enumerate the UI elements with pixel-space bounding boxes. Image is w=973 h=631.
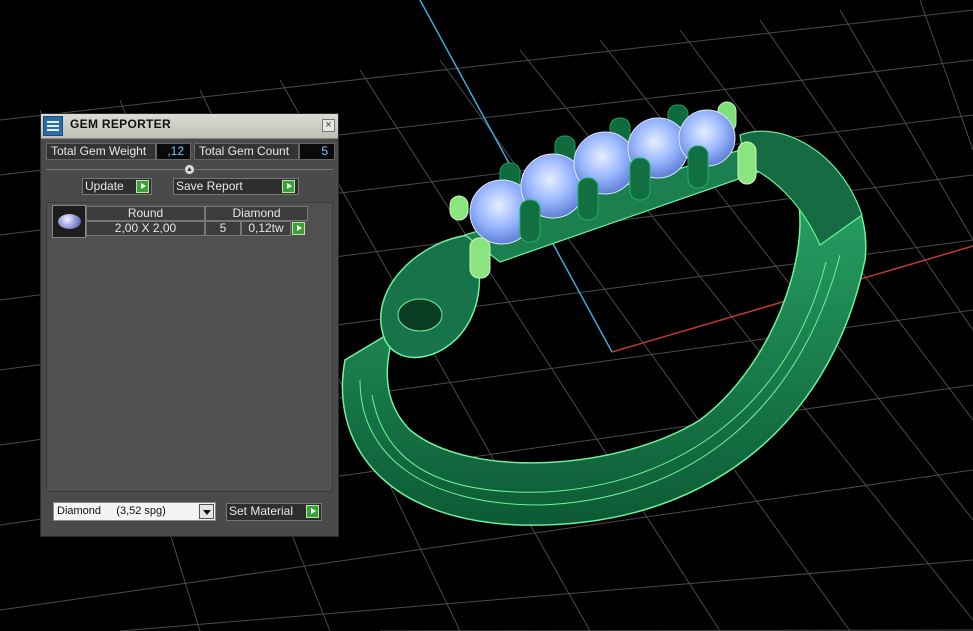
total-gem-count-label: Total Gem Count — [194, 143, 299, 160]
gem-shape: Round — [86, 206, 205, 221]
chevron-down-icon[interactable] — [199, 504, 214, 519]
gem-count: 5 — [205, 221, 241, 236]
update-button-label: Update — [85, 179, 124, 193]
gem-detail-button[interactable] — [292, 222, 305, 235]
panel-title: GEM REPORTER — [70, 117, 171, 131]
play-icon — [136, 180, 149, 193]
gem-size: 2,00 X 2,00 — [86, 221, 205, 236]
gem-weight: 0,12tw — [241, 221, 291, 236]
gem-reporter-icon — [43, 116, 63, 136]
panel-titlebar[interactable]: GEM REPORTER × — [41, 114, 338, 139]
ring-shoulder-loop — [380, 234, 481, 359]
material-select-value: Diamond (3,52 spg) — [57, 505, 166, 517]
save-report-button-label: Save Report — [176, 179, 243, 193]
collapse-toggle-icon[interactable]: ▲ — [184, 164, 195, 175]
save-report-button[interactable]: Save Report — [173, 178, 299, 195]
close-icon[interactable]: × — [322, 119, 335, 132]
set-material-button-label: Set Material — [229, 504, 294, 518]
gem-material: Diamond — [205, 206, 308, 221]
play-icon — [306, 505, 319, 518]
play-icon — [282, 180, 295, 193]
round-gem-icon — [52, 205, 86, 238]
gem-list: Round Diamond 2,00 X 2,00 5 0,12tw — [46, 202, 333, 492]
gem-reporter-panel: GEM REPORTER × Total Gem Weight ,12 Tota… — [40, 113, 339, 537]
set-material-button[interactable]: Set Material — [226, 503, 322, 521]
update-button[interactable]: Update — [82, 178, 152, 195]
total-gem-count-value: 5 — [299, 143, 335, 160]
total-gem-weight-label: Total Gem Weight — [46, 143, 156, 160]
ring-loop-hole — [397, 298, 443, 332]
total-gem-weight-value: ,12 — [156, 143, 191, 160]
material-select[interactable]: Diamond (3,52 spg) — [53, 502, 216, 521]
